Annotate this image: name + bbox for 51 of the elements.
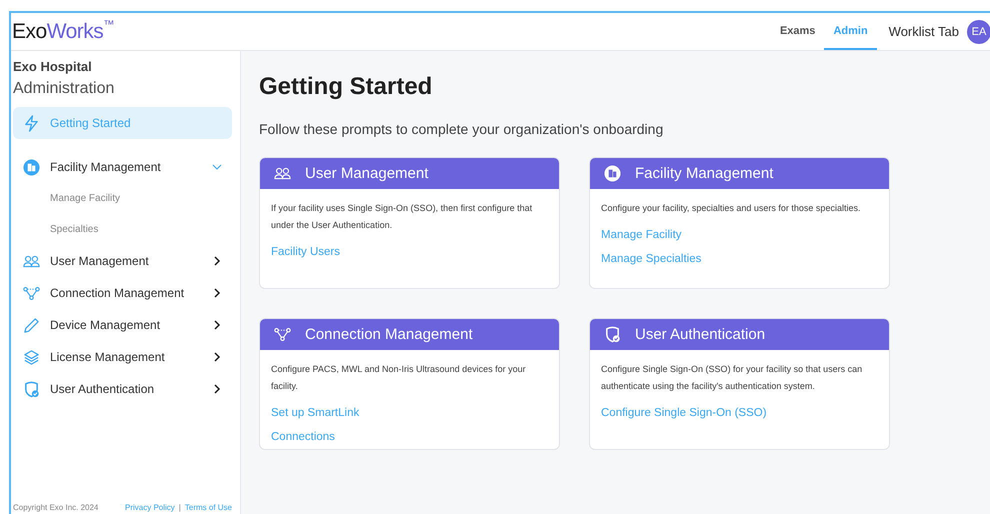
sidebar-item[interactable]: Getting Started (13, 107, 232, 139)
chevron-right-icon (212, 384, 222, 394)
card-title: User Authentication (635, 326, 766, 343)
network-icon (23, 284, 40, 302)
card-description: If your facility uses Single Sign-On (SSO), then first configure that under the User Authentication. (271, 202, 534, 232)
chevron-right-icon (212, 256, 222, 266)
footer-link[interactable]: Privacy Policy (125, 503, 175, 512)
user-avatar[interactable]: EA (967, 20, 990, 44)
page-subtitle: Follow these prompts to complete your organization's onboarding (259, 121, 664, 137)
card-description: Configure Single Sign-On (SSO) for your facility so that users can authenticate using the facility's authentication system. (601, 363, 864, 393)
lightning-icon (23, 114, 40, 132)
sidebar-item[interactable]: User Management (13, 245, 232, 277)
nav-tab[interactable]: Worklist Tab (876, 24, 967, 39)
card-title: Connection Management (305, 326, 473, 343)
organization-name: Exo Hospital (13, 59, 93, 74)
card-link[interactable]: Configure Single Sign-On (SSO) (601, 405, 878, 421)
sidebar-item[interactable]: Facility Management (13, 151, 232, 183)
users-icon (274, 165, 291, 182)
shield-check-icon (604, 326, 621, 343)
chevron-right-icon (212, 320, 222, 330)
card-link[interactable]: Connections (271, 429, 548, 445)
card-description: Configure PACS, MWL and Non-Iris Ultrasound devices for your facility. (271, 363, 527, 393)
building-icon (604, 165, 621, 182)
copyright-text: Copyright Exo Inc. 2024 (13, 503, 98, 512)
card-description: Configure your facility, specialties and users for those specialties. (601, 202, 862, 215)
sidebar-item[interactable]: License Management (13, 341, 232, 373)
separator-text: | (178, 503, 181, 512)
sidebar-subitem[interactable]: Specialties (13, 214, 232, 245)
section-title: Administration (13, 80, 116, 98)
card-link[interactable]: Manage Specialties (601, 251, 878, 267)
page-title: Getting Started (259, 73, 434, 101)
chevron-right-icon (212, 288, 222, 298)
card-link[interactable]: Facility Users (271, 244, 548, 260)
layers-icon (23, 348, 40, 366)
sidebar-item[interactable]: User Authentication (13, 373, 232, 405)
card-title: Facility Management (635, 165, 774, 182)
card-title: User Management (305, 165, 428, 182)
pencil-icon (23, 316, 40, 334)
nav-tab[interactable]: Exams (770, 13, 824, 50)
card-link[interactable]: Set up SmartLink (271, 405, 548, 421)
chevron-right-icon (212, 352, 222, 362)
footer-link[interactable]: Terms of Use (184, 503, 232, 512)
logo: ExoWorks™ (11, 20, 115, 44)
sidebar-subitem[interactable]: Manage Facility (13, 183, 232, 214)
shield-check-icon (23, 380, 40, 398)
sidebar-item[interactable]: Device Management (13, 309, 232, 341)
building-icon (23, 158, 40, 176)
card-link[interactable]: Manage Facility (601, 227, 878, 243)
sidebar-item[interactable]: Connection Management (13, 277, 232, 309)
chevron-down-icon (212, 162, 222, 172)
network-icon (274, 326, 291, 343)
